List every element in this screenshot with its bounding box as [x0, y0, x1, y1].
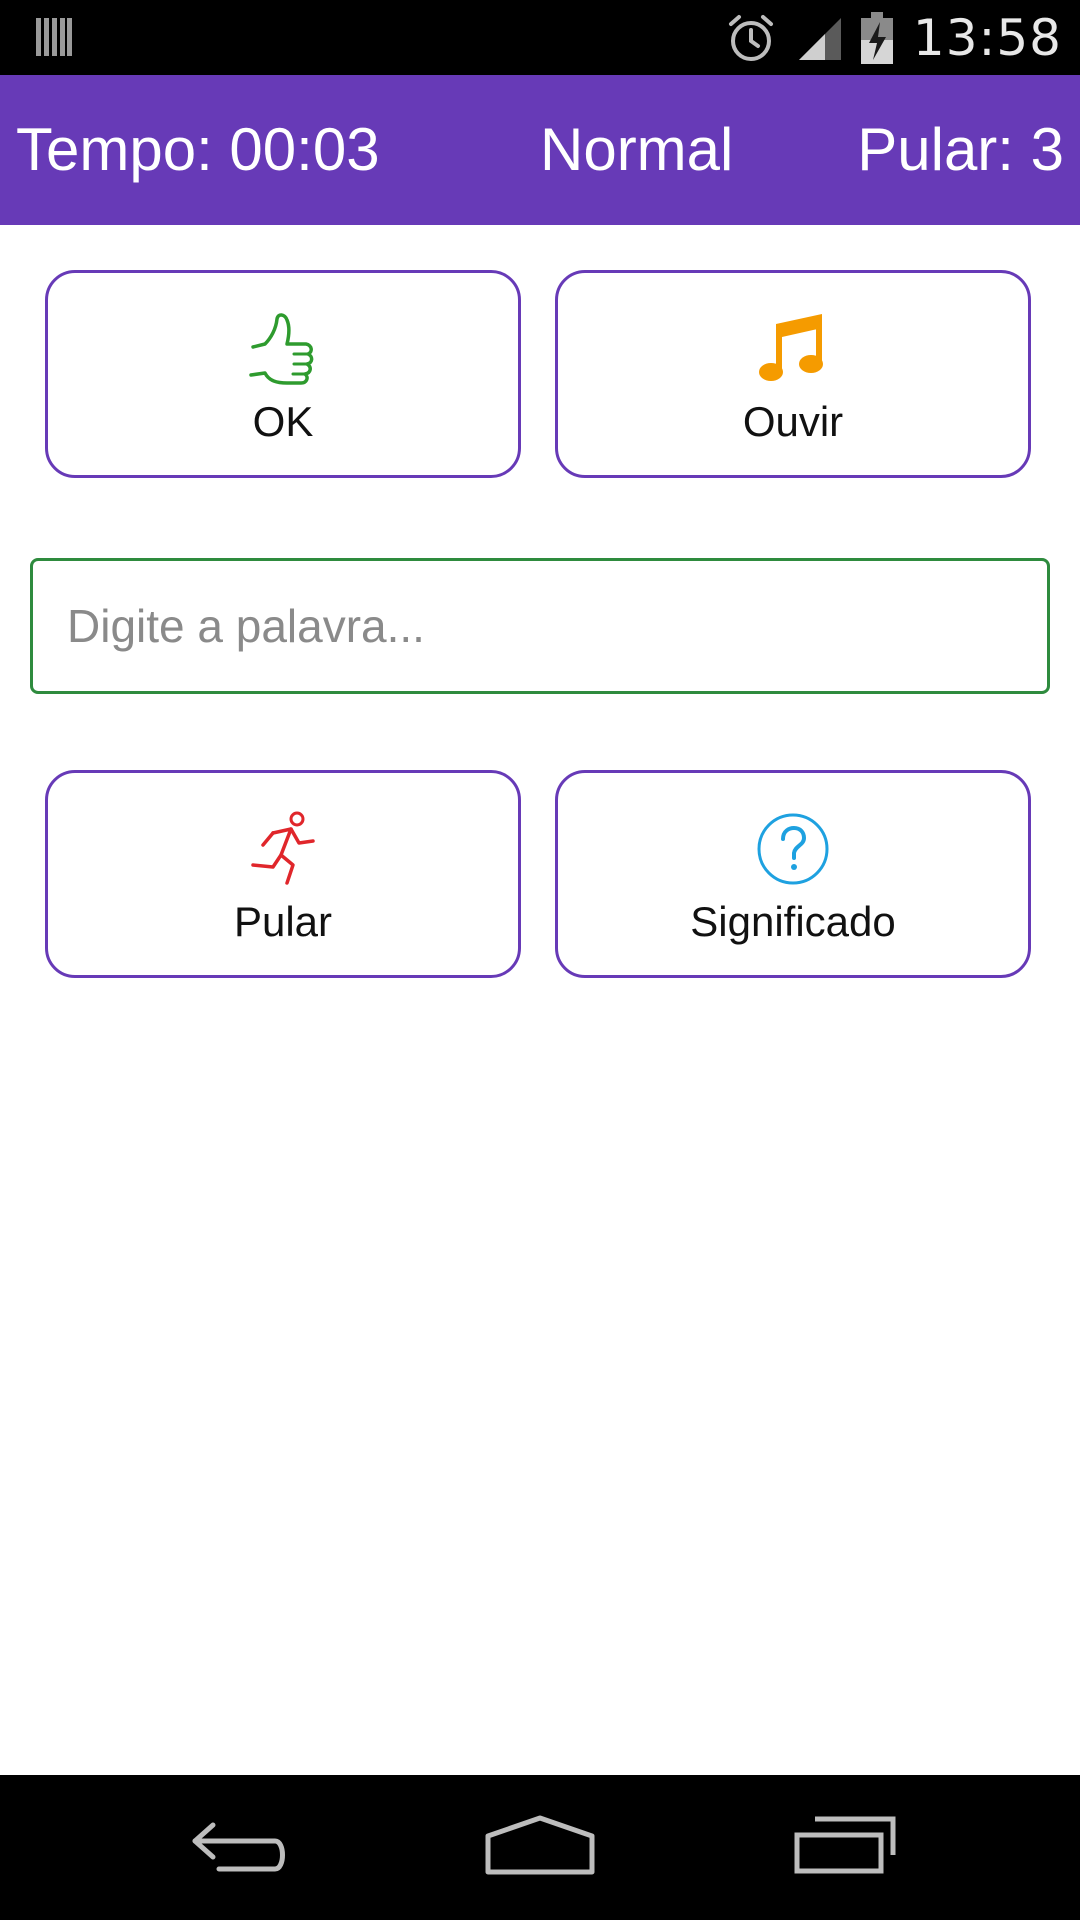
- signal-icon: [798, 17, 841, 60]
- status-time: 13:58: [912, 8, 1062, 67]
- music-note-icon: [753, 309, 833, 389]
- recents-icon: [794, 1816, 896, 1874]
- timer-label: Tempo: 00:03: [16, 116, 380, 183]
- alarm-icon: [728, 14, 773, 61]
- barcode-icon: [36, 18, 72, 56]
- listen-button-label: Ouvir: [742, 398, 844, 445]
- word-input[interactable]: [67, 561, 1017, 691]
- meaning-button[interactable]: Significado: [555, 770, 1031, 978]
- listen-button[interactable]: Ouvir: [555, 270, 1031, 478]
- thumbs-up-icon: [243, 309, 323, 389]
- recents-button[interactable]: [785, 1805, 905, 1885]
- status-icons: 13:58: [725, 0, 1062, 75]
- skip-button-label: Pular: [233, 898, 333, 945]
- word-input-container: [30, 558, 1050, 694]
- back-icon: [192, 1822, 285, 1872]
- ok-button[interactable]: OK: [45, 270, 521, 478]
- app-header: Tempo: 00:03 Normal Pular: 3: [0, 75, 1080, 225]
- meaning-button-label: Significado: [690, 898, 896, 945]
- home-icon: [485, 1815, 595, 1875]
- skips-remaining-label: Pular: 3: [857, 116, 1064, 183]
- ok-button-label: OK: [252, 398, 314, 445]
- mode-label: Normal: [540, 116, 734, 183]
- navigation-bar: [0, 1775, 1080, 1920]
- running-man-icon: [243, 809, 323, 889]
- back-button[interactable]: [180, 1805, 300, 1885]
- skip-button[interactable]: Pular: [45, 770, 521, 978]
- status-bar: 13:58: [0, 0, 1080, 75]
- question-icon: [753, 809, 833, 889]
- screen: 13:58 Tempo: 00:03 Normal Pular: 3 OK Ou…: [0, 0, 1080, 1920]
- home-button[interactable]: [480, 1805, 600, 1885]
- battery-charging-icon: [860, 11, 893, 64]
